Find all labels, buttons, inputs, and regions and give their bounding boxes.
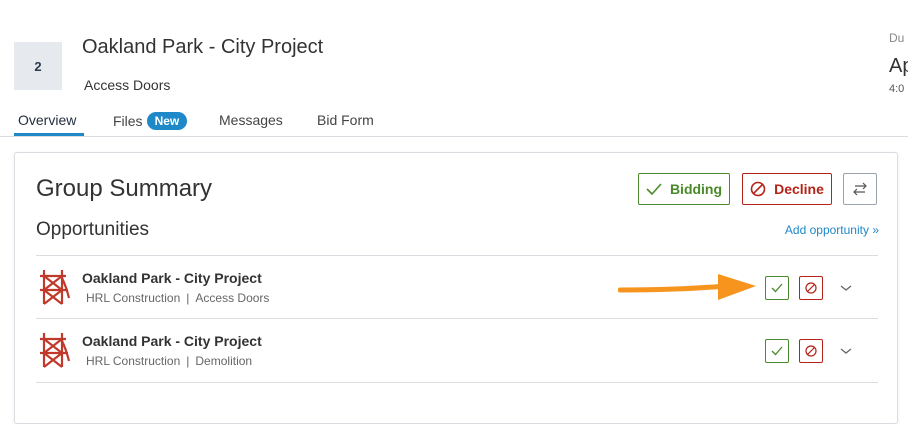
meta-separator: | — [186, 354, 190, 368]
tab-bid-form[interactable]: Bid Form — [317, 112, 374, 128]
tab-files[interactable]: Files New — [113, 112, 188, 130]
block-icon — [750, 181, 766, 197]
block-icon — [805, 282, 817, 294]
project-title: Oakland Park - City Project — [82, 36, 324, 58]
new-badge: New — [146, 112, 188, 130]
check-icon — [771, 283, 783, 293]
due-date: Ap — [889, 55, 908, 77]
opportunities-title: Opportunities — [36, 219, 150, 240]
check-icon — [646, 183, 662, 195]
opportunity-trade: Demolition — [195, 354, 253, 368]
chevron-down-icon[interactable] — [839, 346, 853, 356]
bridge-logo-icon — [40, 333, 70, 368]
tab-bar: Overview Files New Messages Bid Form — [0, 108, 908, 137]
decline-button[interactable]: Decline — [742, 173, 832, 205]
opportunity-name: Oakland Park - City Project — [82, 333, 262, 349]
chevron-down-icon[interactable] — [839, 283, 853, 293]
due-label: Du — [889, 31, 905, 45]
active-tab-indicator — [14, 133, 84, 136]
tab-overview[interactable]: Overview — [18, 112, 76, 128]
accept-opportunity-button[interactable] — [765, 276, 789, 300]
opportunity-name: Oakland Park - City Project — [82, 270, 262, 286]
bid-number-badge: 2 — [14, 42, 62, 90]
bridge-logo-icon — [40, 270, 70, 305]
opportunity-trade: Access Doors — [195, 291, 270, 305]
decline-label: Decline — [774, 181, 824, 197]
opportunity-company: HRL Construction — [86, 354, 181, 368]
opportunity-row[interactable]: Oakland Park - City Project HRL Construc… — [36, 318, 878, 383]
project-subtitle: Access Doors — [84, 77, 171, 93]
decline-opportunity-button[interactable] — [799, 339, 823, 363]
tab-messages[interactable]: Messages — [219, 112, 283, 128]
group-summary-card: Group Summary Bidding Decline Opportunit… — [14, 152, 898, 424]
group-summary-title: Group Summary — [36, 175, 213, 202]
bidding-label: Bidding — [669, 181, 723, 197]
opportunity-company: HRL Construction — [86, 291, 181, 305]
swap-button[interactable] — [843, 173, 877, 205]
swap-arrows-icon — [853, 182, 867, 196]
accept-opportunity-button[interactable] — [765, 339, 789, 363]
due-time: 4:0 — [889, 83, 905, 95]
decline-opportunity-button[interactable] — [799, 276, 823, 300]
opportunity-meta: HRL Construction | Access Doors — [86, 291, 269, 305]
bidding-button[interactable]: Bidding — [638, 173, 730, 205]
check-icon — [771, 346, 783, 356]
opportunity-row[interactable]: Oakland Park - City Project HRL Construc… — [36, 255, 878, 319]
opportunity-meta: HRL Construction | Demolition — [86, 354, 252, 368]
add-opportunity-link[interactable]: Add opportunity » — [785, 223, 879, 237]
block-icon — [805, 345, 817, 357]
tab-files-label: Files — [113, 113, 143, 129]
meta-separator: | — [186, 291, 190, 305]
